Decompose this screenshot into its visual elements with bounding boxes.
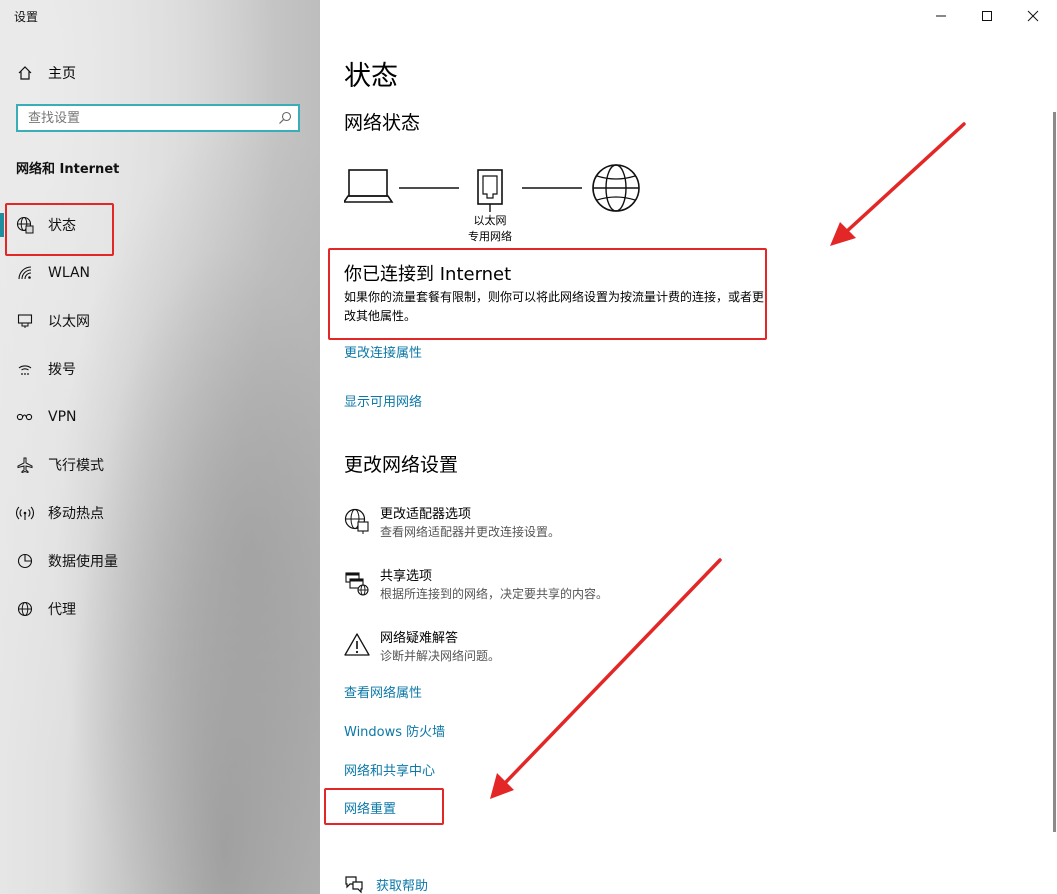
adapter-globe-icon	[344, 508, 369, 534]
option-description: 查看网络适配器并更改连接设置。	[380, 525, 561, 539]
sidebar-item-dialup[interactable]: 拨号	[0, 345, 320, 393]
sidebar-item-vpn[interactable]: VPN	[0, 393, 320, 441]
sidebar-section-title: 网络和 Internet	[16, 162, 120, 177]
home-label: 主页	[48, 66, 76, 82]
network-sharing-center-link[interactable]: 网络和共享中心	[344, 760, 435, 779]
connection-status-title: 你已连接到 Internet	[344, 264, 512, 285]
network-status-heading: 网络状态	[344, 112, 421, 134]
sidebar-item-proxy[interactable]: 代理	[0, 585, 320, 633]
get-help-link[interactable]: 获取帮助	[344, 874, 428, 894]
help-chat-icon	[345, 876, 363, 894]
scrollbar[interactable]	[1053, 112, 1056, 832]
ethernet-icon	[16, 312, 34, 330]
sidebar-nav: 状态 WLAN 以太网 拨号 VPN 飞行模式 移动热点 数据使用量 代理	[0, 201, 320, 633]
troubleshoot-item[interactable]: 网络疑难解答 诊断并解决网络问题。	[344, 630, 500, 674]
sidebar-item-label: 代理	[48, 602, 76, 618]
sidebar-item-label: 移动热点	[48, 506, 104, 522]
sidebar-item-status[interactable]: 状态	[0, 201, 320, 249]
ethernet-port-icon	[477, 169, 503, 212]
dialup-icon	[16, 360, 34, 378]
network-type-label: 专用网络	[468, 230, 512, 243]
option-title: 网络疑难解答	[380, 631, 459, 646]
internet-globe-icon	[592, 164, 640, 212]
proxy-globe-icon	[16, 600, 34, 618]
sidebar-item-label: 飞行模式	[48, 458, 104, 474]
sidebar-item-label: 以太网	[48, 314, 90, 330]
option-description: 诊断并解决网络问题。	[380, 649, 501, 663]
search-icon[interactable]	[272, 111, 298, 125]
search-input[interactable]	[18, 109, 272, 127]
sidebar-item-ethernet[interactable]: 以太网	[0, 297, 320, 345]
option-description: 根据所连接到的网络，决定要共享的内容。	[380, 587, 609, 601]
get-help-label: 获取帮助	[376, 878, 429, 894]
globe-status-icon	[16, 216, 34, 234]
page-title: 状态	[344, 61, 398, 92]
sidebar-item-airplane[interactable]: 飞行模式	[0, 441, 320, 489]
data-usage-icon	[16, 552, 34, 570]
home-icon	[16, 64, 34, 82]
sidebar-item-label: 拨号	[48, 362, 76, 378]
vpn-icon	[16, 408, 34, 426]
sidebar: 设置 主页 网络和 Internet 状态 WLAN	[0, 0, 320, 894]
sidebar-item-label: 状态	[48, 218, 76, 234]
adapter-options-item[interactable]: 更改适配器选项 查看网络适配器并更改连接设置。	[344, 506, 560, 550]
laptop-icon	[344, 169, 394, 203]
home-nav-item[interactable]: 主页	[16, 62, 76, 84]
network-reset-link[interactable]: 网络重置	[344, 798, 396, 817]
connection-status-description: 如果你的流量套餐有限制，则你可以将此网络设置为按流量计费的连接，或者更改其他属性…	[344, 290, 765, 323]
windows-firewall-link[interactable]: Windows 防火墙	[344, 721, 445, 740]
sidebar-item-hotspot[interactable]: 移动热点	[0, 489, 320, 537]
view-network-properties-link[interactable]: 查看网络属性	[344, 682, 422, 701]
wifi-icon	[16, 264, 34, 282]
option-title: 共享选项	[380, 569, 433, 584]
sidebar-item-data-usage[interactable]: 数据使用量	[0, 537, 320, 585]
option-title: 更改适配器选项	[380, 507, 472, 522]
active-indicator	[0, 213, 4, 237]
hotspot-icon	[16, 504, 34, 522]
adapter-name-label: 以太网	[473, 214, 507, 227]
sidebar-item-label: WLAN	[48, 265, 91, 281]
airplane-icon	[16, 456, 34, 474]
main-content: 状态 网络状态 以太网 专用网络 你已连接到 Internet 如果你的流量套餐…	[320, 0, 1057, 894]
sharing-icon	[345, 572, 369, 596]
network-diagram: 以太网 专用网络	[344, 162, 644, 246]
search-box[interactable]	[16, 104, 300, 132]
sidebar-item-label: VPN	[48, 409, 77, 425]
show-available-networks-link[interactable]: 显示可用网络	[344, 391, 422, 410]
sharing-options-item[interactable]: 共享选项 根据所连接到的网络，决定要共享的内容。	[344, 568, 608, 612]
sidebar-item-label: 数据使用量	[48, 554, 118, 570]
sidebar-item-wlan[interactable]: WLAN	[0, 249, 320, 297]
change-connection-properties-link[interactable]: 更改连接属性	[344, 342, 422, 361]
warning-icon	[344, 633, 370, 656]
change-network-settings-heading: 更改网络设置	[344, 454, 459, 476]
app-title: 设置	[14, 10, 39, 24]
